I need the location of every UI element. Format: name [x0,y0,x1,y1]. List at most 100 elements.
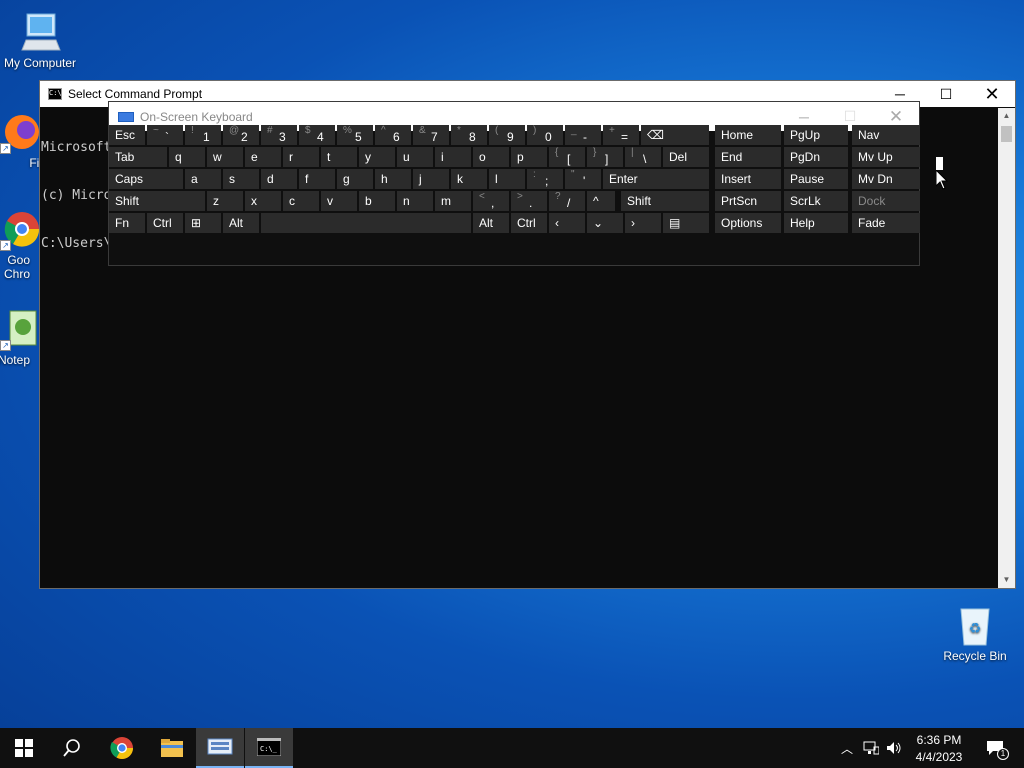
taskbar-file-explorer[interactable] [148,728,196,768]
key-o[interactable]: o [473,147,509,167]
clock[interactable]: 6:36 PM 4/4/2023 [910,728,968,768]
key-pause[interactable]: Pause [784,169,848,189]
key-prtscn[interactable]: PrtScn [715,191,781,211]
key-esc[interactable]: Esc [109,125,145,145]
key-6[interactable]: ^ 6 [375,125,411,145]
key-b[interactable]: b [359,191,395,211]
key-alt[interactable]: Alt [223,213,259,233]
maximize-button[interactable]: ☐ [923,81,969,107]
key-5[interactable]: % 5 [337,125,373,145]
key-8[interactable]: * 8 [451,125,487,145]
key-sym[interactable]: › [625,213,661,233]
scroll-down-arrow-icon[interactable]: ▼ [998,572,1015,588]
key-h[interactable]: h [375,169,411,189]
taskbar-command-prompt[interactable]: C:\_ [245,728,293,768]
show-hidden-icons-button[interactable]: ︿ [838,728,856,768]
key-sym[interactable]: >. [511,191,547,211]
key-sym[interactable]: ⊞ [185,213,221,233]
key-sym[interactable]: ▤ [663,213,709,233]
key-fn[interactable]: Fn [109,213,145,233]
key-m[interactable]: m [435,191,471,211]
key-sym[interactable]: ? / [549,191,585,211]
key-dock[interactable]: Dock [852,191,920,211]
close-button[interactable]: ✕ [969,81,1015,107]
key-sym[interactable]: _ - [565,125,601,145]
key-sym[interactable]: ^ [587,191,615,211]
key-sym[interactable]: | \ [625,147,661,167]
key-d[interactable]: d [261,169,297,189]
console-output[interactable]: Microsoft (c) Micro C:\Users\ [40,108,111,284]
volume-icon[interactable] [885,728,903,768]
key-sym[interactable]: {[ [549,147,585,167]
key-l[interactable]: l [489,169,525,189]
key-mv-up[interactable]: Mv Up [852,147,920,167]
key-s[interactable]: s [223,169,259,189]
key-i[interactable]: i [435,147,471,167]
key-options[interactable]: Options [715,213,781,233]
key-end[interactable]: End [715,147,781,167]
key-ctrl[interactable]: Ctrl [511,213,547,233]
key-sym[interactable]: ⌄ [587,213,623,233]
key-j[interactable]: j [413,169,449,189]
scrollbar-thumb[interactable] [1001,126,1012,142]
key-shift[interactable]: Shift [621,191,709,211]
key-caps[interactable]: Caps [109,169,183,189]
key-u[interactable]: u [397,147,433,167]
action-center-button[interactable]: 1 [980,728,1010,768]
key-9[interactable]: (9 [489,125,525,145]
key-sym[interactable]: ~ ` [147,125,183,145]
key-ctrl[interactable]: Ctrl [147,213,183,233]
key-e[interactable]: e [245,147,281,167]
key-scrlk[interactable]: ScrLk [784,191,848,211]
key-space[interactable] [261,213,471,233]
key-r[interactable]: r [283,147,319,167]
start-button[interactable] [0,728,48,768]
key-g[interactable]: g [337,169,373,189]
key-fade[interactable]: Fade [852,213,920,233]
key-q[interactable]: q [169,147,205,167]
key-help[interactable]: Help [784,213,848,233]
key-sym[interactable]: " ' [565,169,601,189]
key-pgup[interactable]: PgUp [784,125,848,145]
key-sym[interactable]: :; [527,169,563,189]
key-1[interactable]: ! 1 [185,125,221,145]
key-w[interactable]: w [207,147,243,167]
taskbar-chrome[interactable] [98,728,146,768]
key-0[interactable]: ) 0 [527,125,563,145]
key-y[interactable]: y [359,147,395,167]
key-sym[interactable]: <, [473,191,509,211]
key-shift[interactable]: Shift [109,191,205,211]
key-v[interactable]: v [321,191,357,211]
key-a[interactable]: a [185,169,221,189]
key-insert[interactable]: Insert [715,169,781,189]
key-alt[interactable]: Alt [473,213,509,233]
key-sym[interactable]: ⌫ [641,125,709,145]
key-del[interactable]: Del [663,147,709,167]
scroll-up-arrow-icon[interactable]: ▲ [998,108,1015,124]
key-n[interactable]: n [397,191,433,211]
key-7[interactable]: & 7 [413,125,449,145]
key-3[interactable]: #3 [261,125,297,145]
key-4[interactable]: $4 [299,125,335,145]
key-c[interactable]: c [283,191,319,211]
key-mv-dn[interactable]: Mv Dn [852,169,920,189]
desktop-icon-recycle-bin[interactable]: ♻ Recycle Bin [935,603,1015,663]
key-t[interactable]: t [321,147,357,167]
key-home[interactable]: Home [715,125,781,145]
key-sym[interactable]: + = [603,125,639,145]
on-screen-keyboard-window[interactable]: On-Screen Keyboard ─ ☐ ✕ Esc ~ `! 1 @2 #3 $4% 5… [108,101,920,266]
vertical-scrollbar[interactable]: ▲ ▼ [998,108,1015,588]
key-p[interactable]: p [511,147,547,167]
key-f[interactable]: f [299,169,335,189]
search-button[interactable] [48,728,96,768]
network-icon[interactable] [862,728,880,768]
key-k[interactable]: k [451,169,487,189]
desktop-icon-my-computer[interactable]: My Computer [0,10,80,70]
key-nav[interactable]: Nav [852,125,920,145]
key-sym[interactable]: }] [587,147,623,167]
key-enter[interactable]: Enter [603,169,709,189]
key-2[interactable]: @2 [223,125,259,145]
key-x[interactable]: x [245,191,281,211]
key-tab[interactable]: Tab [109,147,167,167]
key-pgdn[interactable]: PgDn [784,147,848,167]
